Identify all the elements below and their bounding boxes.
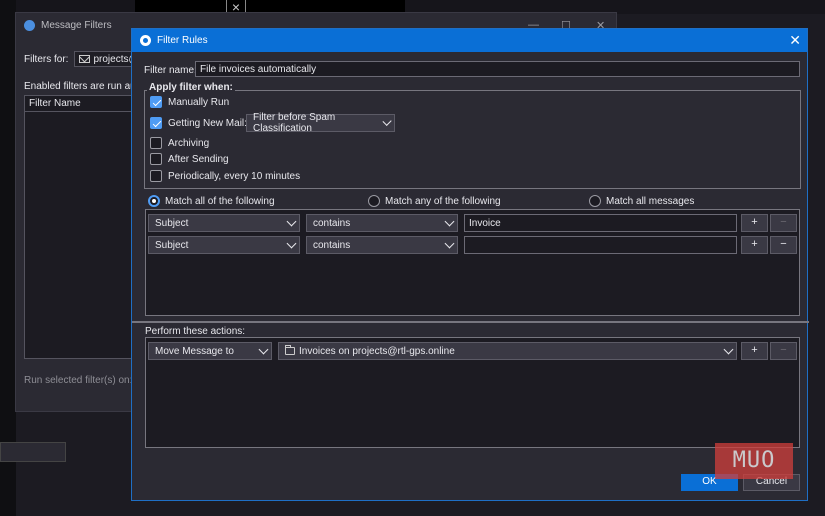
- filter-rules-dialog: Filter Rules ✕ Filter name: File invoice…: [131, 28, 809, 501]
- rule-2-add-button[interactable]: +: [741, 236, 768, 254]
- chevron-down-icon: [723, 344, 734, 354]
- periodically-checkbox[interactable]: Periodically, every 10 minutes: [150, 170, 300, 182]
- app-icon: [24, 19, 35, 31]
- rule-1-operator-select[interactable]: contains: [306, 214, 458, 232]
- match-all-messages-label: Match all messages: [606, 195, 695, 207]
- match-all-radio[interactable]: Match all of the following: [148, 195, 275, 207]
- match-all-label: Match all of the following: [165, 195, 275, 207]
- periodically-label: Periodically, every 10 minutes: [168, 170, 301, 182]
- radio-unselected-icon[interactable]: [589, 195, 601, 207]
- enabled-filters-text: Enabled filters are run auto: [24, 81, 132, 92]
- rule-1-field-select[interactable]: Subject: [148, 214, 300, 232]
- checkbox-checked-icon[interactable]: [150, 96, 162, 108]
- chevron-down-icon: [286, 238, 297, 248]
- account-select[interactable]: projects@rt: [74, 51, 137, 67]
- rule-2-remove-button[interactable]: −: [770, 236, 797, 254]
- mail-icon: [79, 55, 91, 63]
- radio-selected-icon[interactable]: [148, 195, 160, 207]
- perform-actions-label: Perform these actions:: [145, 326, 246, 337]
- archiving-label: Archiving: [168, 137, 210, 149]
- manually-run-label: Manually Run: [168, 96, 230, 108]
- background-input: [0, 442, 66, 462]
- checkbox-unchecked-icon[interactable]: [150, 153, 162, 165]
- message-filters-title: Message Filters: [41, 19, 112, 31]
- getting-new-mail-checkbox[interactable]: Getting New Mail:: [150, 117, 247, 129]
- filter-name-input[interactable]: File invoices automatically: [195, 61, 800, 77]
- match-any-label: Match any of the following: [385, 195, 501, 207]
- folder-icon: [285, 345, 295, 355]
- muo-watermark-logo: MUO: [715, 443, 793, 479]
- getting-new-mail-label: Getting New Mail:: [168, 117, 247, 129]
- filter-list[interactable]: Filter Name: [24, 95, 132, 359]
- section-divider[interactable]: [132, 321, 809, 323]
- filters-for-row: Filters for: projects@rt: [24, 51, 137, 67]
- desktop-left-edge: [0, 0, 16, 516]
- rule-1-field: Subject: [155, 217, 189, 229]
- checkbox-unchecked-icon[interactable]: [150, 137, 162, 149]
- spam-timing-select[interactable]: Filter before Spam Classification: [246, 112, 395, 134]
- filter-name-column-header[interactable]: Filter Name: [25, 96, 131, 112]
- dialog-close-icon[interactable]: ✕: [789, 32, 801, 48]
- rule-1-remove-button[interactable]: −: [770, 214, 797, 232]
- archiving-checkbox[interactable]: Archiving: [150, 137, 209, 149]
- rule-1-value-input[interactable]: Invoice: [464, 214, 737, 232]
- checkbox-unchecked-icon[interactable]: [150, 170, 162, 182]
- rule-2-field: Subject: [155, 239, 189, 251]
- action-target: Invoices on projects@rtl-gps.online: [299, 345, 455, 357]
- app-icon: [140, 35, 151, 46]
- filter-rules-titlebar: Filter Rules: [132, 29, 807, 52]
- radio-unselected-icon[interactable]: [368, 195, 380, 207]
- chevron-down-icon: [258, 344, 269, 354]
- chevron-down-icon: [444, 238, 455, 248]
- rule-2-field-select[interactable]: Subject: [148, 236, 300, 254]
- checkbox-checked-icon[interactable]: [150, 117, 162, 129]
- manually-run-checkbox[interactable]: Manually Run: [150, 96, 229, 108]
- apply-filter-legend: Apply filter when:: [147, 82, 235, 93]
- after-sending-checkbox[interactable]: After Sending: [150, 153, 229, 165]
- rule-1-add-button[interactable]: +: [741, 214, 768, 232]
- chevron-down-icon: [286, 216, 297, 226]
- match-all-messages-radio[interactable]: Match all messages: [589, 195, 694, 207]
- rule-2-operator-select[interactable]: contains: [306, 236, 458, 254]
- rule-2-value-input[interactable]: [464, 236, 737, 254]
- spam-timing-value: Filter before Spam Classification: [253, 112, 336, 134]
- chevron-down-icon: [444, 216, 455, 226]
- rule-1-operator: contains: [313, 217, 351, 229]
- account-name: projects@rt: [93, 53, 135, 65]
- filters-for-label: Filters for:: [24, 53, 69, 65]
- match-any-radio[interactable]: Match any of the following: [368, 195, 501, 207]
- action-add-button[interactable]: +: [741, 342, 768, 360]
- dialog-title: Filter Rules: [157, 35, 208, 46]
- action-type-select[interactable]: Move Message to: [148, 342, 272, 360]
- action-type: Move Message to: [155, 345, 234, 357]
- rule-2-operator: contains: [313, 239, 351, 251]
- filter-name-label: Filter name:: [144, 65, 197, 76]
- run-selected-label: Run selected filter(s) on:: [24, 375, 133, 386]
- after-sending-label: After Sending: [168, 153, 229, 165]
- action-target-folder-select[interactable]: Invoices on projects@rtl-gps.online: [278, 342, 737, 360]
- action-remove-button[interactable]: −: [770, 342, 797, 360]
